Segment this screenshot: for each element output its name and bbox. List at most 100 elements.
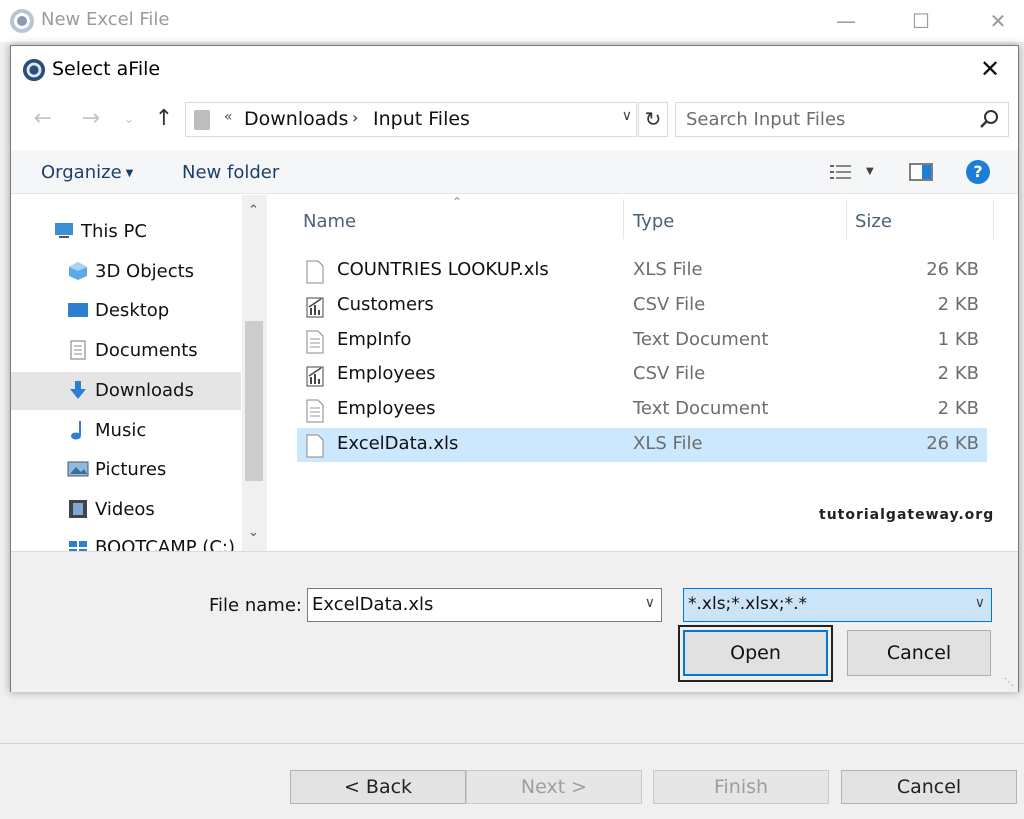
breadcrumb-input-files[interactable]: Input Files	[373, 108, 470, 130]
file-list: ⌃ Name Type Size COUNTRIES LOOKUP.xls XL…	[269, 195, 1018, 551]
next-button: Next >	[466, 770, 642, 804]
refresh-icon: ↻	[644, 107, 662, 131]
file-row-selected[interactable]: ExcelData.xls XLS File 26 KB	[297, 428, 987, 462]
chevron-down-icon[interactable]: ∨	[975, 595, 985, 611]
scrollbar-thumb[interactable]	[245, 321, 263, 481]
file-row[interactable]: EmpInfo Text Document 1 KB	[297, 324, 987, 358]
file-row[interactable]: COUNTRIES LOOKUP.xls XLS File 26 KB	[297, 254, 987, 288]
maximize-icon: ☐	[912, 9, 930, 33]
list-view-icon[interactable]	[829, 163, 853, 181]
resize-grip-icon[interactable]: ⋱	[1004, 677, 1014, 688]
file-type: CSV File	[633, 294, 706, 315]
column-divider[interactable]	[623, 199, 624, 239]
open-button[interactable]: Open	[683, 630, 828, 676]
wizard-separator	[0, 743, 1024, 744]
select-file-dialog: Select aFile ✕ ← → ⌄ ↑ « Downloads › Inp…	[10, 45, 1019, 692]
nav-item-music[interactable]: Music	[11, 412, 241, 450]
breadcrumb-downloads[interactable]: Downloads	[244, 108, 348, 130]
overflow-chevron[interactable]: «	[224, 109, 233, 125]
nav-item-label: BOOTCAMP (C:)	[95, 537, 235, 551]
arrow-up-icon: ↑	[154, 106, 174, 131]
nav-item-label: Downloads	[95, 380, 194, 401]
new-folder-button[interactable]: New folder	[182, 162, 279, 183]
help-icon[interactable]: ?	[966, 160, 990, 184]
address-bar[interactable]: « Downloads › Input Files ∨	[185, 102, 637, 137]
up-folder-button[interactable]: ↑	[150, 104, 178, 134]
text-file-icon	[306, 399, 324, 423]
file-name-field[interactable]: ExcelData.xls ∨	[307, 588, 662, 622]
dialog-close-button[interactable]: ✕	[976, 56, 1004, 84]
search-placeholder: Search Input Files	[686, 109, 846, 130]
desktop-icon	[68, 303, 88, 317]
cancel-button[interactable]: Cancel	[847, 630, 991, 676]
file-size: 2 KB	[937, 294, 979, 315]
text-file-icon	[306, 330, 324, 354]
nav-item-label: Pictures	[95, 459, 167, 480]
nav-item-desktop[interactable]: Desktop	[11, 292, 241, 330]
maximize-button[interactable]: ☐	[901, 6, 941, 36]
scroll-down-icon[interactable]: ⌄	[248, 525, 259, 540]
file-type: Text Document	[633, 329, 769, 350]
file-row[interactable]: Employees CSV File 2 KB	[297, 358, 987, 392]
documents-icon	[70, 340, 86, 360]
chevron-down-icon[interactable]: ∨	[645, 595, 655, 611]
nav-item-label: Music	[95, 420, 147, 441]
file-type-filter[interactable]: *.xls;*.xlsx;*.* ∨	[683, 588, 992, 622]
film-icon	[69, 500, 87, 518]
column-divider[interactable]	[993, 199, 994, 239]
search-input[interactable]: Search Input Files	[675, 102, 1009, 137]
window-close-button[interactable]: ✕	[978, 6, 1018, 36]
minimize-button[interactable]: —	[826, 6, 866, 36]
pictures-icon	[67, 461, 89, 477]
recent-locations-button[interactable]: ⌄	[115, 104, 143, 134]
file-size: 26 KB	[926, 433, 979, 454]
forward-nav-button[interactable]: →	[77, 104, 105, 134]
file-size: 2 KB	[937, 398, 979, 419]
drive-icon	[69, 541, 87, 551]
nav-item-3d-objects[interactable]: 3D Objects	[11, 253, 241, 291]
csv-file-icon	[306, 366, 324, 387]
nav-item-documents[interactable]: Documents	[11, 332, 241, 370]
address-dropdown-icon[interactable]: ∨	[622, 108, 632, 124]
file-row[interactable]: Customers CSV File 2 KB	[297, 289, 987, 323]
nav-item-label: Documents	[95, 340, 198, 361]
chevron-down-icon: ⌄	[123, 112, 135, 126]
preview-pane-icon[interactable]	[909, 163, 933, 181]
column-header-size[interactable]: Size	[855, 211, 892, 232]
nav-item-this-pc[interactable]: This PC	[11, 213, 241, 251]
chevron-right-icon[interactable]: ›	[352, 108, 358, 127]
arrow-right-icon: →	[81, 106, 101, 131]
nav-item-pictures[interactable]: Pictures	[11, 451, 241, 489]
organize-menu[interactable]: Organize ▼	[41, 162, 133, 183]
nav-item-downloads[interactable]: Downloads	[11, 372, 241, 410]
nav-item-label: 3D Objects	[95, 261, 195, 282]
file-name-label: File name:	[209, 595, 302, 616]
computer-icon	[55, 223, 73, 238]
command-bar: Organize ▼ New folder ▼ ?	[11, 150, 1018, 194]
column-header-type[interactable]: Type	[633, 211, 674, 232]
wizard-cancel-button[interactable]: Cancel	[841, 770, 1017, 804]
file-size: 1 KB	[937, 329, 979, 350]
arrow-left-icon: ←	[33, 106, 53, 131]
csv-file-icon	[306, 297, 324, 318]
file-name: Employees	[337, 398, 436, 419]
back-button[interactable]: < Back	[290, 770, 466, 804]
close-icon: ✕	[989, 9, 1007, 33]
file-name: EmpInfo	[337, 329, 412, 350]
nav-item-label: Videos	[95, 499, 155, 520]
search-icon	[980, 110, 998, 128]
file-type: CSV File	[633, 363, 706, 384]
nav-item-videos[interactable]: Videos	[11, 491, 241, 529]
file-row[interactable]: Employees Text Document 2 KB	[297, 393, 987, 427]
back-nav-button[interactable]: ←	[29, 104, 57, 134]
nav-pane-scrollbar[interactable]: ⌃ ⌄	[242, 195, 267, 551]
file-type: Text Document	[633, 398, 769, 419]
column-header-name[interactable]: Name	[303, 211, 356, 232]
refresh-button[interactable]: ↻	[638, 102, 668, 137]
column-divider[interactable]	[846, 199, 847, 239]
cube-icon	[69, 262, 87, 280]
scroll-up-icon[interactable]: ⌃	[248, 203, 259, 218]
view-options-caret-icon[interactable]: ▼	[866, 166, 874, 177]
nav-item-bootcamp-drive[interactable]: BOOTCAMP (C:)	[11, 529, 241, 551]
file-size: 26 KB	[926, 259, 979, 280]
